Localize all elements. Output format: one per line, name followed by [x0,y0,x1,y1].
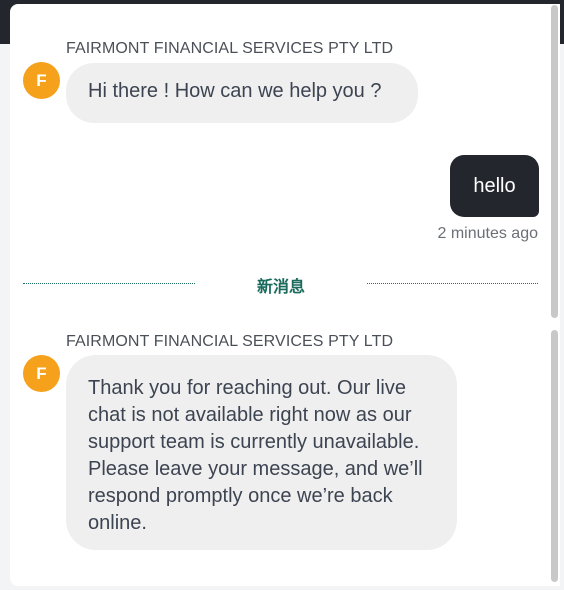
user-message-bubble: hello [450,155,539,217]
message-sender: FAIRMONT FINANCIAL SERVICES PTY LTD [66,40,394,57]
chat-scrollbar-thumb[interactable] [551,5,558,318]
divider-line-left [23,283,195,284]
agent-message-bubble: Hi there ! How can we help you ? [66,63,418,123]
agent-avatar: F [23,355,60,392]
message-sender: FAIRMONT FINANCIAL SERVICES PTY LTD [66,333,394,350]
agent-message-bubble: Thank you for reaching out. Our live cha… [66,355,457,550]
new-messages-divider: 新消息 [256,279,305,296]
chat-scrollbar-thumb-lower[interactable] [551,330,558,582]
divider-line-right [367,283,538,284]
message-timestamp: 2 minutes ago [437,225,538,242]
agent-avatar: F [23,62,60,99]
